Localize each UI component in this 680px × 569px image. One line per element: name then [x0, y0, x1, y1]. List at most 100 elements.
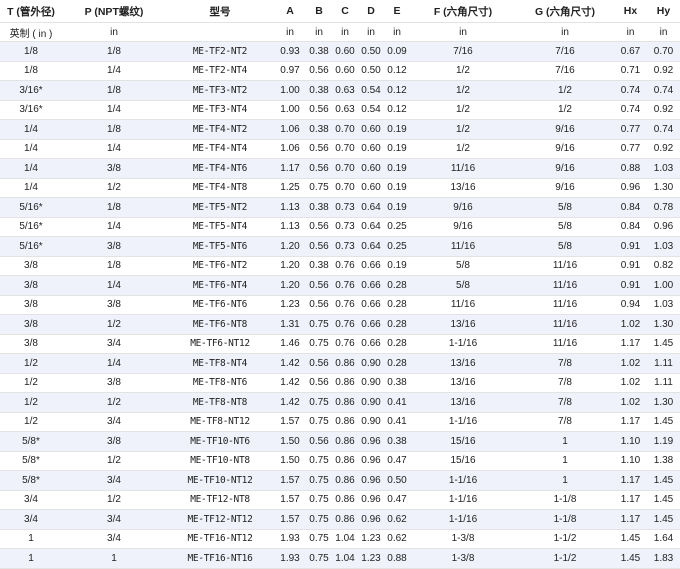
cell-f-hex: 1-3/8 — [410, 529, 516, 549]
cell-npt-thread: 1/4 — [62, 61, 166, 81]
cell-a: 1.50 — [274, 431, 306, 452]
cell-hy: 0.70 — [647, 41, 680, 62]
cell-f-hex: 13/16 — [410, 392, 516, 413]
cell-hx: 0.91 — [614, 236, 647, 257]
cell-c: 0.76 — [332, 256, 358, 276]
cell-model: ME-TF6-NT8 — [166, 314, 274, 335]
cell-f-hex: 1/2 — [410, 139, 516, 159]
header-hx: Hx — [614, 0, 647, 23]
cell-hy: 1.11 — [647, 353, 680, 374]
cell-hx: 0.71 — [614, 61, 647, 81]
cell-model: ME-TF4-NT2 — [166, 119, 274, 140]
table-row: 3/8 1/8 ME-TF6-NT2 1.20 0.38 0.76 0.66 0.19 5/8 1… — [0, 256, 680, 276]
cell-a: 1.93 — [274, 548, 306, 569]
cell-e: 0.38 — [384, 431, 410, 452]
cell-hx: 0.84 — [614, 197, 647, 218]
cell-hy: 1.45 — [647, 334, 680, 354]
cell-npt-thread: 1/4 — [62, 217, 166, 237]
cell-model: ME-TF12-NT8 — [166, 490, 274, 510]
cell-f-hex: 1-3/8 — [410, 548, 516, 569]
cell-d: 1.23 — [358, 548, 384, 569]
cell-hx: 0.74 — [614, 100, 647, 120]
cell-e: 0.25 — [384, 217, 410, 237]
cell-hy: 1.00 — [647, 275, 680, 296]
cell-e: 0.19 — [384, 158, 410, 179]
cell-c: 0.63 — [332, 100, 358, 120]
cell-npt-thread: 1/2 — [62, 314, 166, 335]
cell-f-hex: 1/2 — [410, 119, 516, 140]
cell-b: 0.75 — [306, 412, 332, 432]
cell-hx: 1.17 — [614, 509, 647, 530]
cell-tube-od: 3/8 — [0, 295, 62, 315]
cell-e: 0.19 — [384, 197, 410, 218]
cell-a: 1.17 — [274, 158, 306, 179]
cell-c: 0.60 — [332, 61, 358, 81]
cell-tube-od: 1/2 — [0, 373, 62, 393]
cell-hy: 1.11 — [647, 373, 680, 393]
cell-a: 1.42 — [274, 392, 306, 413]
cell-c: 0.86 — [332, 451, 358, 471]
cell-b: 0.56 — [306, 295, 332, 315]
cell-e: 0.88 — [384, 548, 410, 569]
cell-a: 1.93 — [274, 529, 306, 549]
fitting-spec-table: T (管外径) P (NPT螺纹) 型号 A B C D E F (六角尺寸) … — [0, 0, 680, 569]
cell-model: ME-TF10-NT6 — [166, 431, 274, 452]
cell-tube-od: 3/8 — [0, 256, 62, 276]
table-row: 3/16* 1/4 ME-TF3-NT4 1.00 0.56 0.63 0.54 0.12 1/… — [0, 100, 680, 120]
cell-e: 0.62 — [384, 529, 410, 549]
cell-hx: 1.02 — [614, 314, 647, 335]
cell-d: 0.90 — [358, 392, 384, 413]
cell-e: 0.28 — [384, 334, 410, 354]
cell-f-hex: 9/16 — [410, 217, 516, 237]
unit-cell: in — [516, 22, 614, 42]
table-row: 1/4 1/2 ME-TF4-NT8 1.25 0.75 0.70 0.60 0.19 13/1… — [0, 178, 680, 198]
cell-f-hex: 5/8 — [410, 256, 516, 276]
cell-g-hex: 7/8 — [516, 392, 614, 413]
cell-a: 1.20 — [274, 256, 306, 276]
cell-c: 0.86 — [332, 470, 358, 491]
cell-hy: 1.83 — [647, 548, 680, 569]
cell-a: 1.57 — [274, 412, 306, 432]
cell-g-hex: 1 — [516, 470, 614, 491]
cell-hy: 0.78 — [647, 197, 680, 218]
cell-f-hex: 5/8 — [410, 275, 516, 296]
cell-c: 0.76 — [332, 334, 358, 354]
cell-model: ME-TF6-NT6 — [166, 295, 274, 315]
cell-g-hex: 9/16 — [516, 178, 614, 198]
cell-npt-thread: 3/4 — [62, 529, 166, 549]
cell-b: 0.75 — [306, 470, 332, 491]
cell-npt-thread: 3/4 — [62, 509, 166, 530]
cell-a: 1.06 — [274, 139, 306, 159]
cell-npt-thread: 3/8 — [62, 158, 166, 179]
cell-e: 0.47 — [384, 490, 410, 510]
cell-c: 0.76 — [332, 275, 358, 296]
header-model: 型号 — [166, 0, 274, 23]
table-row: 1/2 3/4 ME-TF8-NT12 1.57 0.75 0.86 0.90 0.41 1-1… — [0, 412, 680, 432]
cell-b: 0.38 — [306, 80, 332, 101]
cell-g-hex: 7/16 — [516, 41, 614, 62]
cell-b: 0.56 — [306, 217, 332, 237]
cell-tube-od: 5/16* — [0, 197, 62, 218]
cell-hy: 1.30 — [647, 314, 680, 335]
cell-g-hex: 1/2 — [516, 80, 614, 101]
cell-hy: 1.45 — [647, 412, 680, 432]
cell-b: 0.75 — [306, 334, 332, 354]
cell-e: 0.28 — [384, 353, 410, 374]
cell-hy: 0.92 — [647, 139, 680, 159]
cell-b: 0.56 — [306, 236, 332, 257]
cell-d: 0.90 — [358, 373, 384, 393]
table-row: 5/8* 3/8 ME-TF10-NT6 1.50 0.56 0.86 0.96 0.38 15… — [0, 431, 680, 452]
header-c: C — [332, 0, 358, 23]
cell-c: 0.73 — [332, 197, 358, 218]
cell-g-hex: 11/16 — [516, 275, 614, 296]
cell-b: 0.56 — [306, 158, 332, 179]
cell-f-hex: 11/16 — [410, 236, 516, 257]
header-npt-thread: P (NPT螺纹) — [62, 0, 166, 23]
cell-hy: 1.19 — [647, 431, 680, 452]
cell-tube-od: 1/2 — [0, 412, 62, 432]
cell-tube-od: 3/4 — [0, 509, 62, 530]
cell-c: 1.04 — [332, 548, 358, 569]
cell-c: 0.73 — [332, 217, 358, 237]
cell-tube-od: 1 — [0, 548, 62, 569]
cell-hy: 0.96 — [647, 217, 680, 237]
